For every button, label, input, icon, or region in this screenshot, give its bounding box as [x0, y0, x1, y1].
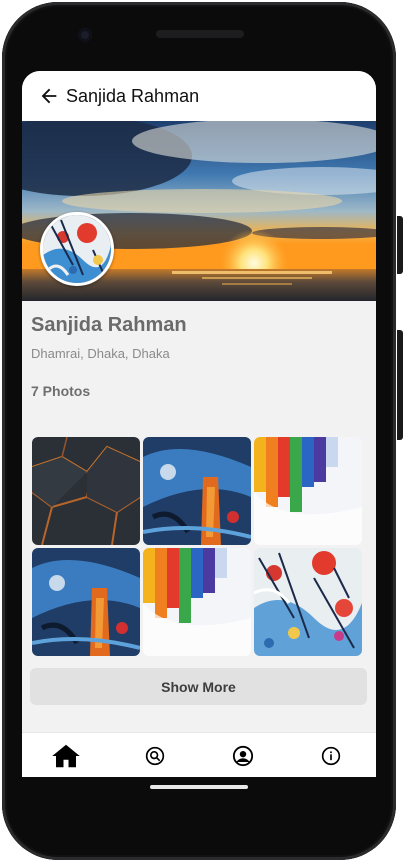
photo-tile[interactable]: [143, 437, 251, 545]
bottom-navigation: [22, 732, 376, 777]
phone-device: Sanjida Rahman Sanjida Rahman Dhamrai, D…: [0, 0, 403, 864]
volume-button: [397, 216, 403, 274]
nav-info[interactable]: [311, 733, 351, 777]
photo-tile[interactable]: [32, 437, 140, 545]
photo-grid: [32, 437, 368, 657]
nav-account[interactable]: [223, 733, 263, 777]
home-indicator: [150, 785, 248, 789]
photo-tile[interactable]: [143, 548, 251, 656]
nav-search[interactable]: [135, 733, 175, 777]
nav-home[interactable]: [46, 733, 86, 777]
app-bar: Sanjida Rahman: [22, 71, 376, 121]
account-icon: [232, 745, 254, 766]
app-bar-title: Sanjida Rahman: [66, 85, 200, 106]
search-icon: [145, 746, 165, 765]
photo-tile[interactable]: [254, 548, 362, 656]
app-screen: Sanjida Rahman Sanjida Rahman Dhamrai, D…: [22, 71, 376, 777]
photos-count: 7 Photos: [31, 383, 91, 399]
earpiece-speaker: [156, 30, 244, 38]
profile-name: Sanjida Rahman: [31, 314, 187, 336]
photo-tile[interactable]: [254, 437, 362, 545]
front-camera: [78, 28, 92, 42]
power-button: [397, 330, 403, 440]
profile-avatar[interactable]: [40, 212, 114, 286]
arrow-left-icon: [41, 88, 57, 104]
home-icon: [52, 744, 80, 767]
info-icon: [321, 746, 341, 765]
photo-tile[interactable]: [32, 548, 140, 656]
back-button[interactable]: [36, 83, 62, 109]
show-more-button[interactable]: Show More: [30, 668, 367, 705]
profile-location: Dhamrai, Dhaka, Dhaka: [31, 346, 170, 361]
